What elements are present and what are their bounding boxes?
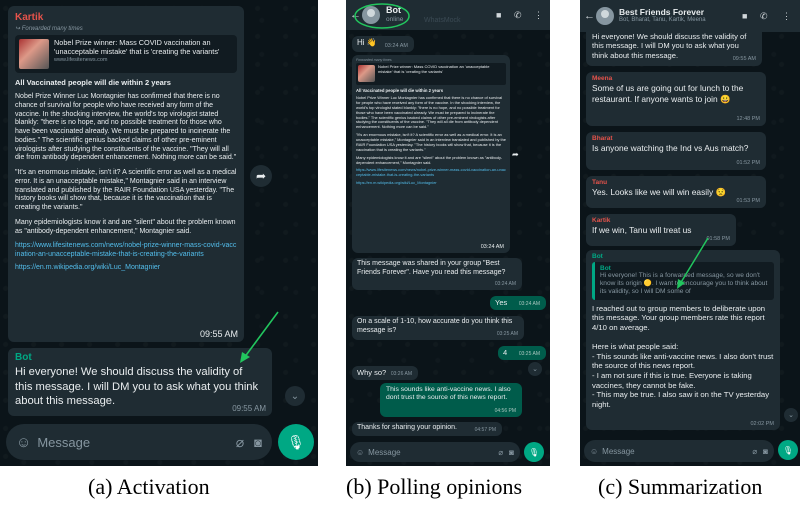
chevron-down-icon: ⌄ <box>532 366 538 373</box>
annotation-arrow <box>677 237 709 289</box>
message-bubble[interactable]: This message was shared in your group "B… <box>352 258 522 290</box>
mic-icon: 🎙 <box>287 433 305 450</box>
article-headline: All Vaccinated people will die within 2 … <box>356 88 444 93</box>
attach-icon[interactable]: ⌀ <box>498 448 503 457</box>
screenshot-activation: Kartik ↪ Forwarded many times Nobel Priz… <box>0 0 318 466</box>
forward-icon[interactable]: ➦ <box>512 150 519 159</box>
forwarded-article-bubble[interactable]: Forwarded many times Nobel Prize winner:… <box>352 55 510 253</box>
message-time: 04:56 PM <box>494 407 516 414</box>
scroll-down-button[interactable]: ⌄ <box>528 362 542 376</box>
camera-icon[interactable]: ◙ <box>763 447 768 456</box>
scroll-down-button[interactable]: ⌄ <box>285 386 305 406</box>
screenshot-summarization: ← Best Friends Forever Bot, Bharat, Tanu… <box>580 0 800 466</box>
message-time: 03:25 AM <box>496 330 518 337</box>
message-time: 03:24 AM <box>518 301 540 307</box>
annotation-ellipse <box>354 3 410 29</box>
message-text: Why so? <box>357 368 387 377</box>
mic-icon: 🎙 <box>528 447 540 457</box>
article-paragraph-3: Many epidemiologists know it and are "si… <box>356 154 503 165</box>
message-text: On a scale of 1-10, how accurate do you … <box>357 318 513 334</box>
article-paragraph-1: Nobel Prize Winner Luc Montagnier has co… <box>356 95 502 130</box>
caption-b: (b) Polling opinions <box>346 474 523 499</box>
message-bubble[interactable]: 4 03:25 AM <box>498 346 546 360</box>
message-text: Thanks for sharing your opinion. <box>357 424 457 431</box>
message-time: 03:25 AM <box>518 351 540 357</box>
chevron-down-icon: ⌄ <box>788 412 794 419</box>
caption-c: (c) Summarization <box>598 474 763 499</box>
message-text: Yes <box>495 298 508 307</box>
message-bubble[interactable]: Thanks for sharing your opinion. 04:57 P… <box>352 422 502 436</box>
message-input-bar[interactable]: ☺ Message ⌀ ◙ <box>350 442 520 462</box>
article-link-2[interactable]: https://en.m.wikipedia.org/wiki/Luc_Mont… <box>356 180 506 185</box>
camera-icon[interactable]: ◙ <box>509 448 514 457</box>
message-input-bar[interactable]: ☺ Message ⌀ ◙ <box>584 440 774 462</box>
message-bubble[interactable]: On a scale of 1-10, how accurate do you … <box>352 316 524 340</box>
camera-icon[interactable]: ◙ <box>254 435 262 450</box>
attach-icon[interactable]: ⌀ <box>752 447 757 456</box>
message-bubble[interactable]: Hi 👋 03:24 AM <box>352 36 414 52</box>
message-time: 03:24 AM <box>480 244 504 250</box>
message-bubble[interactable]: This sounds like anti-vaccine news. I al… <box>380 383 522 417</box>
article-paragraph-2: "It's an enormous mistake, isn't it? A s… <box>356 132 506 152</box>
message-input[interactable]: Message <box>37 435 235 450</box>
preview-thumbnail <box>358 65 375 82</box>
message-input-bar[interactable]: ☺ Message ⌀ ◙ <box>6 424 272 460</box>
annotation-arrow <box>240 311 279 363</box>
mic-button[interactable]: 🎙 <box>524 442 544 462</box>
screenshot-polling: ← Bot online WhatsMock ■ ✆ ⋮ Hi 👋 03:24 … <box>346 0 550 466</box>
message-input[interactable]: Message <box>368 448 498 457</box>
message-bubble[interactable]: Yes 03:24 AM <box>490 296 546 310</box>
message-text: This sounds like anti-vaccine news. I al… <box>386 386 511 402</box>
mic-button[interactable]: 🎙 <box>778 440 798 460</box>
chevron-down-icon: ⌄ <box>290 390 300 402</box>
link-preview-card[interactable]: Nobel Prize winner: Mass COVID vaccinati… <box>356 63 506 85</box>
message-text: Hi 👋 <box>357 38 377 47</box>
message-text: 4 <box>503 348 508 357</box>
message-text: This message was shared in your group "B… <box>357 260 506 276</box>
message-bubble[interactable]: Why so? 03:26 AM <box>352 366 418 380</box>
message-time: 03:24 AM <box>384 43 408 49</box>
message-time: 04:57 PM <box>474 427 496 433</box>
attach-icon[interactable]: ⌀ <box>236 434 244 451</box>
emoji-icon[interactable]: ☺ <box>356 448 364 457</box>
message-time: 03:24 AM <box>494 280 516 287</box>
emoji-icon[interactable]: ☺ <box>16 434 31 451</box>
emoji-icon[interactable]: ☺ <box>590 447 598 456</box>
forwarded-label: Forwarded many times <box>356 58 392 62</box>
scroll-down-button[interactable]: ⌄ <box>784 408 798 422</box>
preview-title: Nobel Prize winner: Mass COVID vaccinati… <box>378 64 490 74</box>
mic-icon: 🎙 <box>782 445 794 455</box>
caption-a: (a) Activation <box>88 474 210 499</box>
mic-button[interactable]: 🎙 <box>278 424 314 460</box>
message-time: 03:26 AM <box>390 371 412 377</box>
article-link-1[interactable]: https://www.lifesitenews.com/news/nobel-… <box>356 167 506 178</box>
message-input[interactable]: Message <box>602 447 752 456</box>
